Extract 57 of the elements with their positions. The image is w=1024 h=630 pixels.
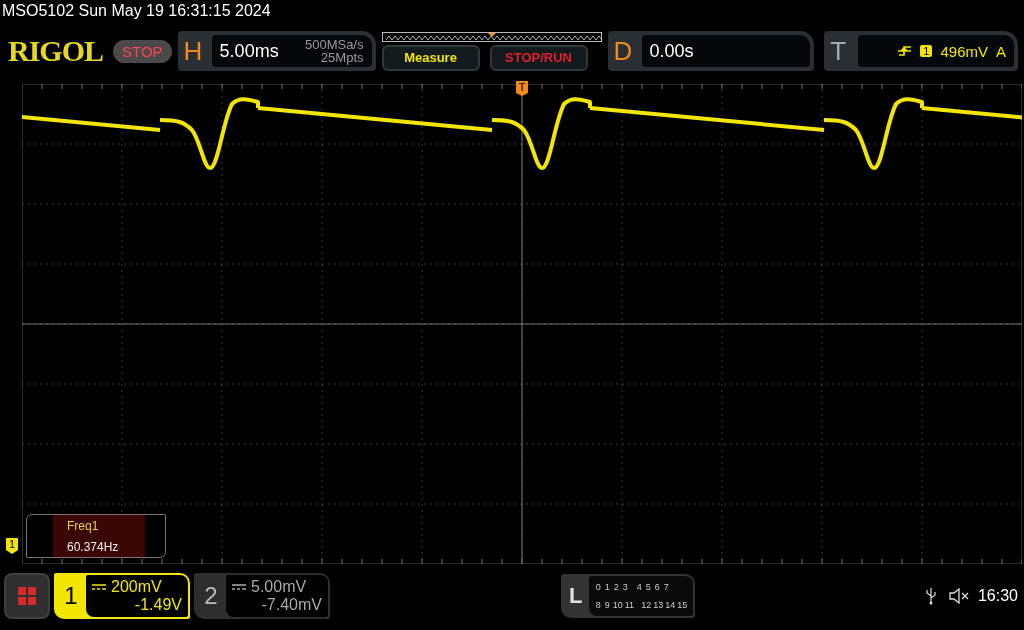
channel-scale: 200mV (92, 578, 182, 596)
trigger-source-badge: 1 (920, 45, 933, 57)
stop-run-button[interactable]: STOP/RUN (489, 44, 588, 71)
channel-panel[interactable]: 1 200mV -1.49V (54, 573, 190, 619)
measurement-name: Freq1 (67, 518, 100, 533)
timebase-value: 5.00ms (219, 40, 279, 62)
logic-bit: 6 (653, 582, 661, 592)
logic-bit: 15 (677, 600, 688, 610)
status-text: MSO5102 Sun May 19 16:31:15 2024 (1, 1, 271, 21)
trigger-panel[interactable]: T 1 496mV A (824, 31, 1018, 71)
logic-bit: 1 (603, 582, 611, 592)
dc-coupling-icon (92, 583, 106, 591)
channel-scale: 5.00mV (232, 578, 322, 596)
delay-value: 0.00s (649, 40, 694, 62)
trigger-level: 496mV (940, 42, 988, 60)
trigger-label: T (830, 35, 848, 67)
logic-bit: 4 (635, 582, 643, 592)
logic-bit: 12 (641, 600, 652, 610)
logic-bit: 11 (624, 600, 635, 610)
logic-bit: 14 (665, 600, 676, 610)
logic-bit: 5 (644, 582, 652, 592)
measurement-value: 60.374Hz (67, 539, 120, 554)
delay-label: D (613, 35, 634, 67)
dc-coupling-icon (232, 583, 246, 591)
channel-offset-marker[interactable]: 1 (6, 538, 18, 554)
logic-bit: 7 (662, 582, 670, 592)
waveform-overview-icon (381, 31, 602, 42)
trigger-position-marker[interactable]: T (516, 81, 528, 96)
logic-label: L (568, 582, 584, 610)
clock-text: 16:30 (977, 587, 1018, 605)
sample-rate: 500MSa/s (304, 38, 364, 51)
horizontal-panel[interactable]: H 5.00ms 500MSa/s 25Mpts (177, 31, 376, 71)
channel-offset: -1.49V (134, 596, 182, 614)
trigger-mode: A (996, 42, 1006, 60)
logic-panel[interactable]: L 0 1 2 3 4 5 6 7 8 9 10 11 12 13 14 15 (560, 574, 696, 618)
logic-bit: 13 (653, 600, 664, 610)
speaker-muted-icon (947, 588, 970, 604)
run-state-badge: STOP (113, 39, 172, 63)
logic-bit: 3 (621, 582, 629, 592)
logic-bit: 9 (603, 600, 611, 610)
channel-number: 2 (203, 581, 219, 611)
horizontal-label: H (183, 35, 204, 67)
logic-bit: 8 (594, 600, 602, 610)
logic-bit: 2 (612, 582, 620, 592)
measure-button[interactable]: Measure (381, 44, 480, 71)
grid-icon (17, 586, 37, 606)
channel-panel[interactable]: 2 5.00mV -7.40mV (194, 573, 330, 619)
brand-logo: RIGOL (8, 34, 104, 68)
memory-depth: 25Mpts (320, 51, 364, 64)
channel-number: 1 (63, 581, 79, 611)
delay-panel[interactable]: D 0.00s (607, 31, 815, 71)
channel-offset: -7.40mV (261, 596, 322, 614)
logic-bit: 0 (594, 582, 602, 592)
logic-bit: 10 (612, 600, 623, 610)
usb-icon (925, 587, 936, 605)
menu-grid-button[interactable] (4, 573, 50, 619)
rising-edge-icon (898, 44, 913, 58)
